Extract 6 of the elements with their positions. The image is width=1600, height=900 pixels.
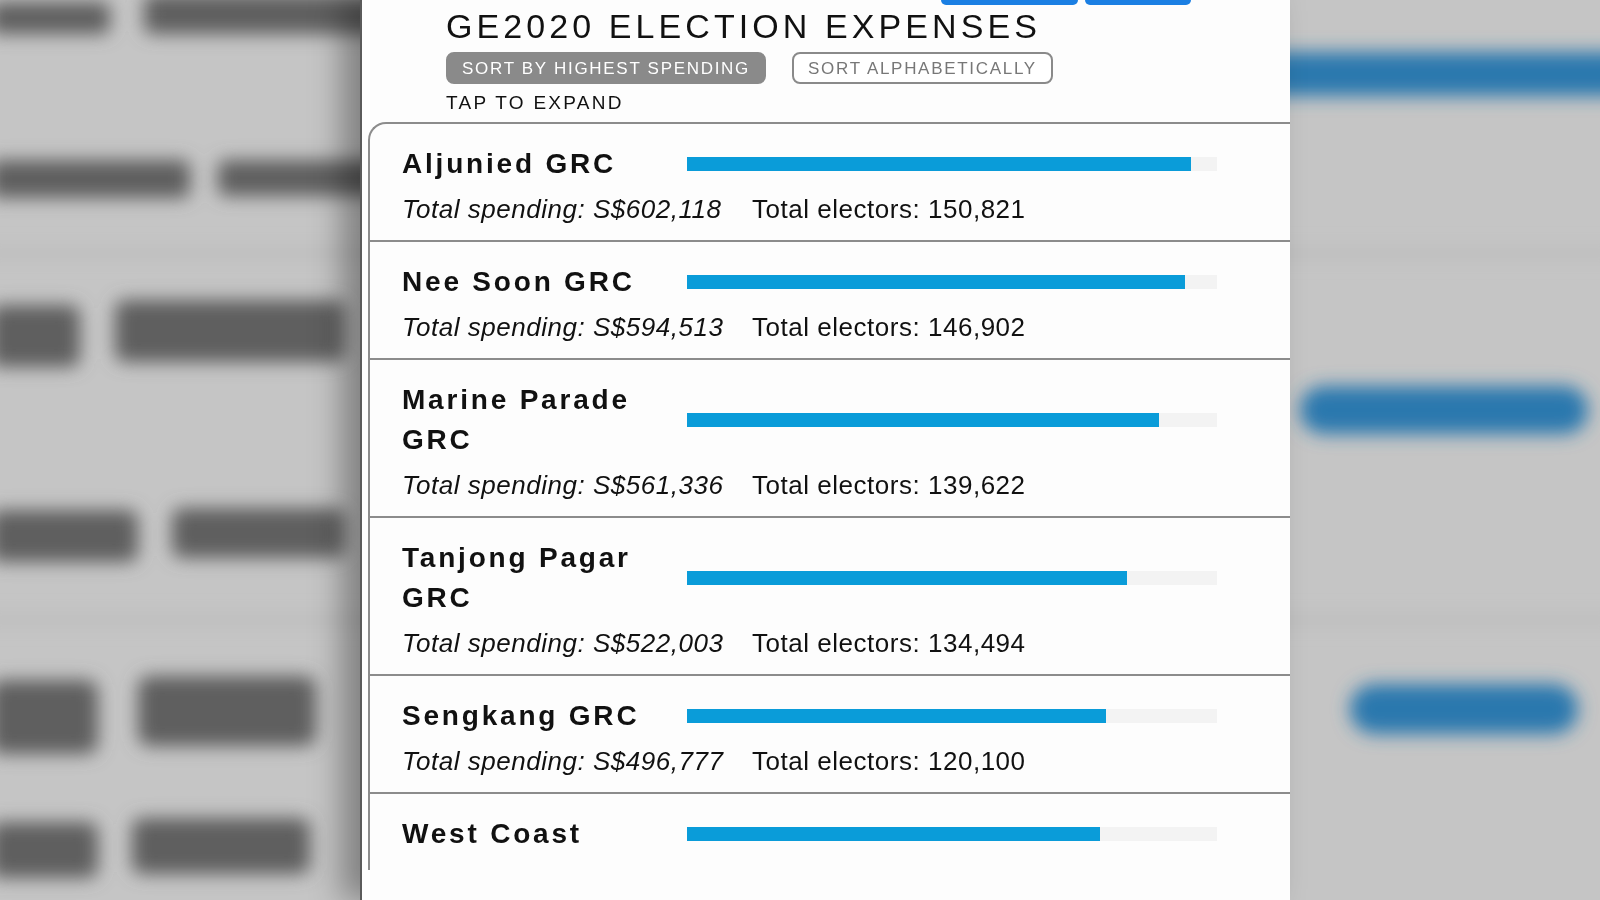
hint-text: TAP TO EXPAND — [446, 91, 624, 115]
constituency-name: Nee Soon GRC — [402, 265, 635, 299]
electors-text: Total electors: 150,821 — [752, 194, 1026, 224]
page-title: GE2020 ELECTION EXPENSES — [446, 6, 1041, 46]
constituency-name: Aljunied GRC — [402, 147, 617, 181]
spending-text: Total spending: S$602,118 — [402, 194, 722, 224]
